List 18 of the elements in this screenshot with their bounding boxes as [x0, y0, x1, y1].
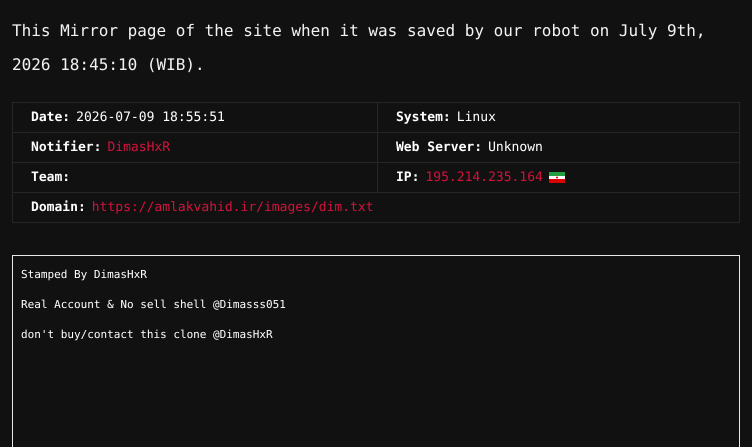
field-label: Date: — [31, 110, 70, 125]
field-value: Unknown — [488, 140, 543, 155]
intro-text: This Mirror page of the site when it was saved by our robot on July 9th, 2026 18:45:10 (WIB). — [12, 20, 707, 76]
mirror-text: Stamped By DimasHxR — [21, 268, 148, 282]
field-label: Notifier: — [31, 140, 102, 155]
ip-address: 195.214.235.164 — [425, 170, 543, 185]
field-value: Linux — [456, 110, 496, 125]
field-label: Domain: — [31, 200, 86, 215]
field-label: Web Server: — [396, 140, 482, 155]
field-label: Team: — [31, 170, 70, 185]
mirror-text: don't buy/contact this clone @DimasHxR — [21, 328, 274, 342]
field-label: System: — [396, 110, 451, 125]
mirror-text: Real Account & No sell shell @Dimasss051 — [21, 298, 287, 312]
field-value: 2026-07-09 18:55:51 — [76, 110, 225, 125]
link[interactable]: https://amlakvahid.ir/images/dim.txt — [92, 200, 374, 215]
flag-icon — [548, 172, 565, 183]
link[interactable]: DimasHxR — [107, 140, 170, 155]
field-label: IP: — [396, 170, 420, 185]
